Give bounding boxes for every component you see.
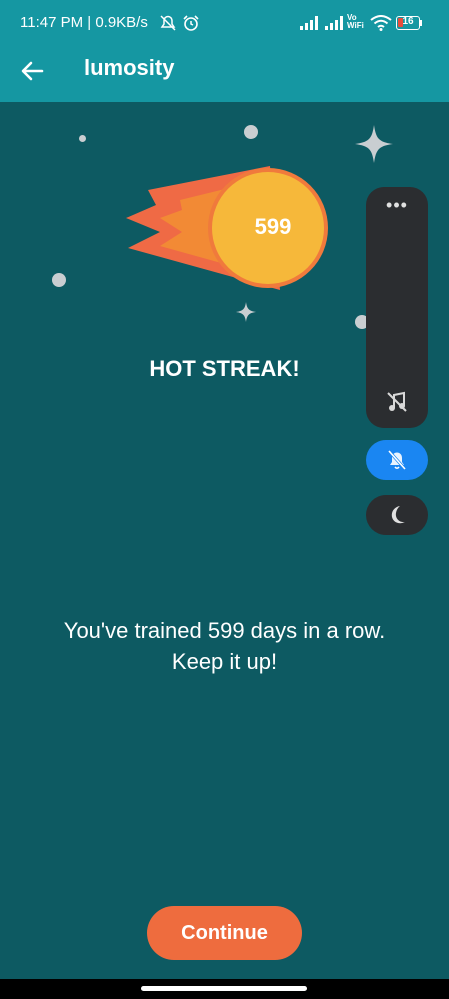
status-time-speed: 11:47 PM | 0.9KB/s <box>20 14 148 31</box>
game-toolbox-panel: ••• <box>366 187 428 428</box>
battery-icon: 16 <box>396 16 420 30</box>
bell-off-icon <box>387 450 407 470</box>
app-header: 11:47 PM | 0.9KB/s Vo WiFi 16 lumosity <box>0 0 449 102</box>
more-options-button[interactable]: ••• <box>366 195 428 216</box>
star-dot <box>79 135 86 142</box>
vowifi-indicator: Vo WiFi <box>347 14 364 30</box>
music-off-icon[interactable] <box>385 390 409 414</box>
dark-mode-toggle[interactable] <box>366 495 428 535</box>
vowifi-bottom-label: WiFi <box>347 21 364 30</box>
streak-count: 599 <box>254 214 292 239</box>
battery-cap <box>420 20 422 26</box>
mute-notifications-toggle[interactable] <box>366 440 428 480</box>
star-dot <box>52 273 66 287</box>
arrow-left-icon[interactable] <box>18 56 48 86</box>
star-dot <box>244 125 258 139</box>
home-gesture-handle[interactable] <box>141 986 307 991</box>
alarm-icon <box>183 15 199 31</box>
streak-message: You've trained 599 days in a row. Keep i… <box>63 618 386 674</box>
moon-icon <box>391 506 405 524</box>
signal-strength-icon <box>300 16 318 30</box>
signal-strength-icon <box>325 16 343 30</box>
wifi-icon <box>370 15 392 31</box>
app-title: lumosity <box>84 55 175 80</box>
sparkle-icon <box>236 302 256 322</box>
continue-button[interactable]: Continue <box>147 906 302 960</box>
sparkle-icon <box>355 125 393 163</box>
battery-percent: 16 <box>402 16 414 27</box>
status-bar: 11:47 PM | 0.9KB/s Vo WiFi 16 <box>0 0 449 48</box>
notifications-muted-icon <box>160 15 176 31</box>
